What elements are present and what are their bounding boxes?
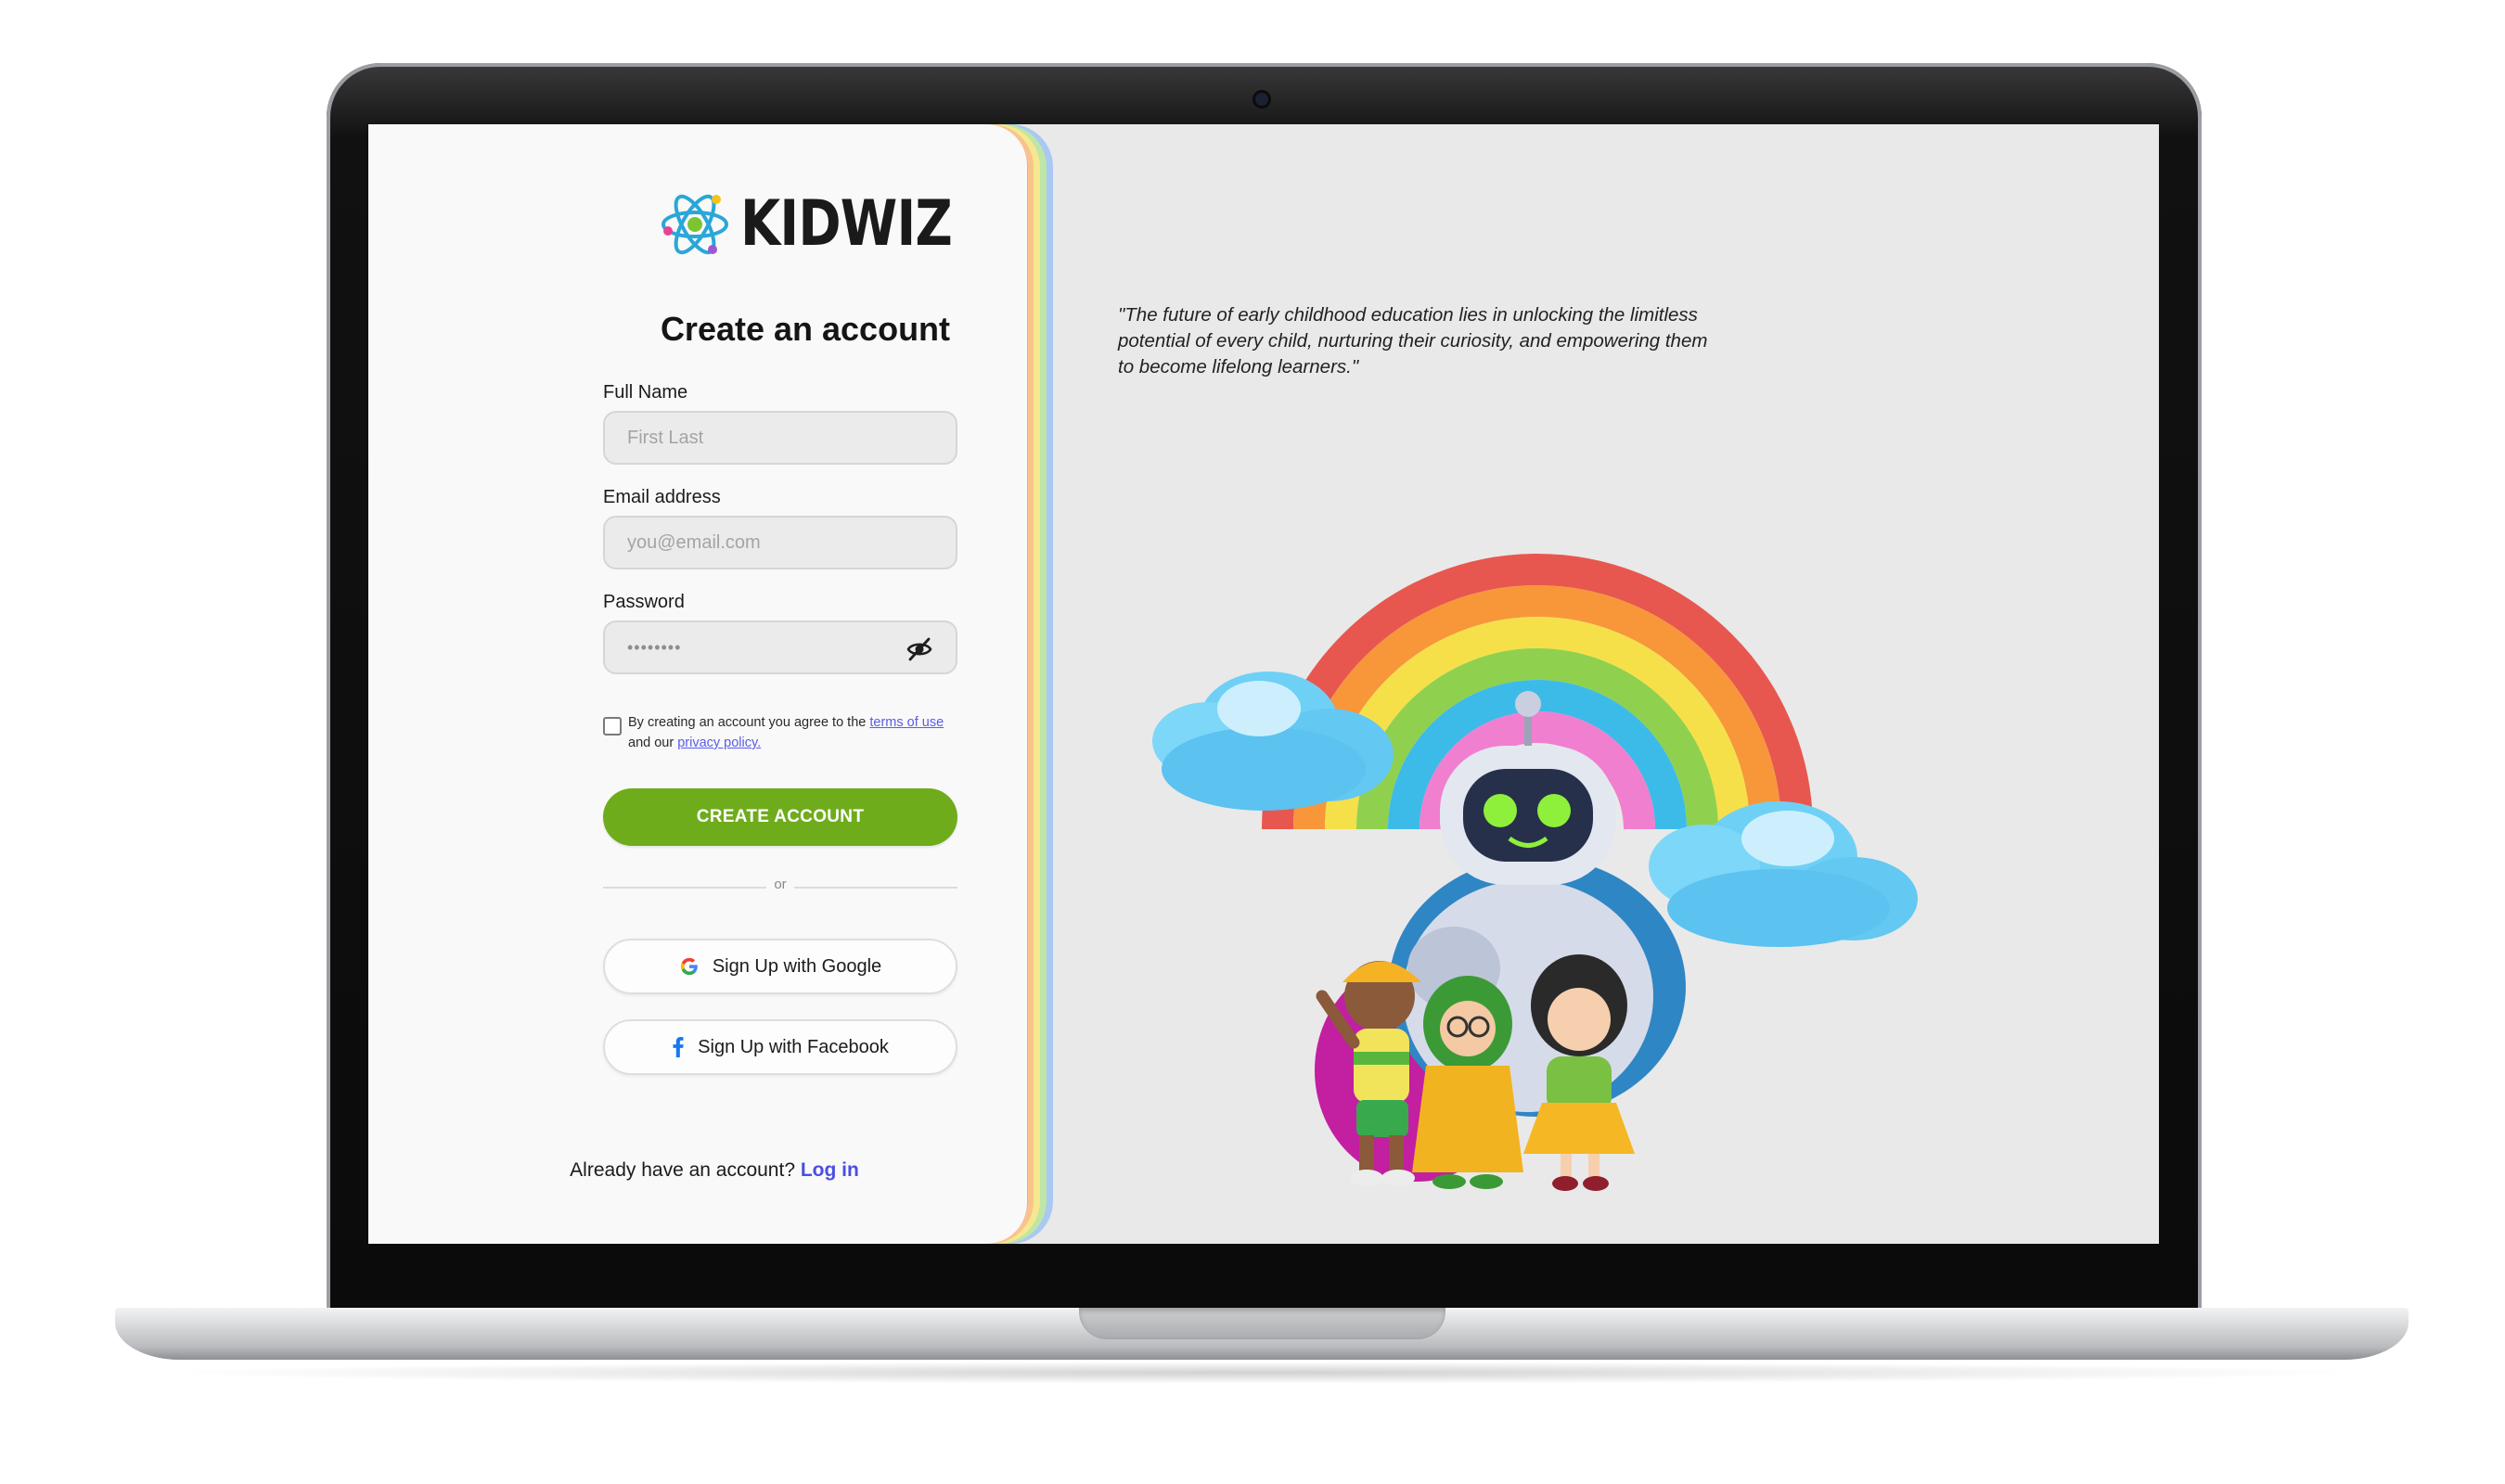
kid-girl-hijab [1412,976,1523,1189]
terms-text-before: By creating an account you agree to the [628,715,870,730]
google-signup-button[interactable]: Sign Up with Google [603,939,957,994]
create-account-button[interactable]: CREATE ACCOUNT [603,788,957,846]
google-button-label: Sign Up with Google [712,955,882,977]
hero-quote: "The future of early childhood education… [1118,304,1708,377]
password-input[interactable]: •••••••• [603,620,957,674]
page-title: Create an account [660,310,951,348]
privacy-policy-link[interactable]: privacy policy. [677,736,761,750]
brand-name: KIDWIZ [740,187,953,261]
full-name-input[interactable]: First Last [603,411,957,465]
password-label: Password [603,592,685,612]
terms-agreement: By creating an account you agree to the … [628,712,962,753]
screen: KIDWIZ Create an account Full Name First… [368,124,2159,1244]
facebook-icon [673,1037,684,1057]
google-icon [680,957,698,976]
rainbow-robot-kids-illustration [1152,554,1918,1191]
webcam [1255,93,1268,106]
terms-checkbox[interactable] [603,717,622,736]
signup-panel: KIDWIZ Create an account Full Name First… [368,124,1027,1244]
login-prompt: Already have an account? Log in [385,1159,1044,1182]
email-input[interactable]: you@email.com [603,516,957,569]
or-divider: or [603,876,957,892]
atom-icon [662,194,728,254]
facebook-button-label: Sign Up with Facebook [698,1036,889,1057]
email-placeholder: you@email.com [627,531,761,553]
laptop-hinge-notch [1079,1308,1445,1339]
login-prompt-text: Already have an account? [570,1159,801,1181]
password-value: •••••••• [627,637,682,657]
terms-text-middle: and our [628,736,678,750]
full-name-label: Full Name [603,382,688,403]
divider-or-text: or [774,876,787,892]
email-label: Email address [603,487,721,507]
laptop-shadow [148,1362,2375,1384]
brand-logo[interactable]: KIDWIZ [659,187,998,261]
facebook-signup-button[interactable]: Sign Up with Facebook [603,1019,957,1075]
full-name-placeholder: First Last [627,427,704,448]
terms-of-use-link[interactable]: terms of use [869,715,944,730]
eye-off-icon[interactable] [906,635,933,663]
login-link[interactable]: Log in [801,1159,859,1181]
